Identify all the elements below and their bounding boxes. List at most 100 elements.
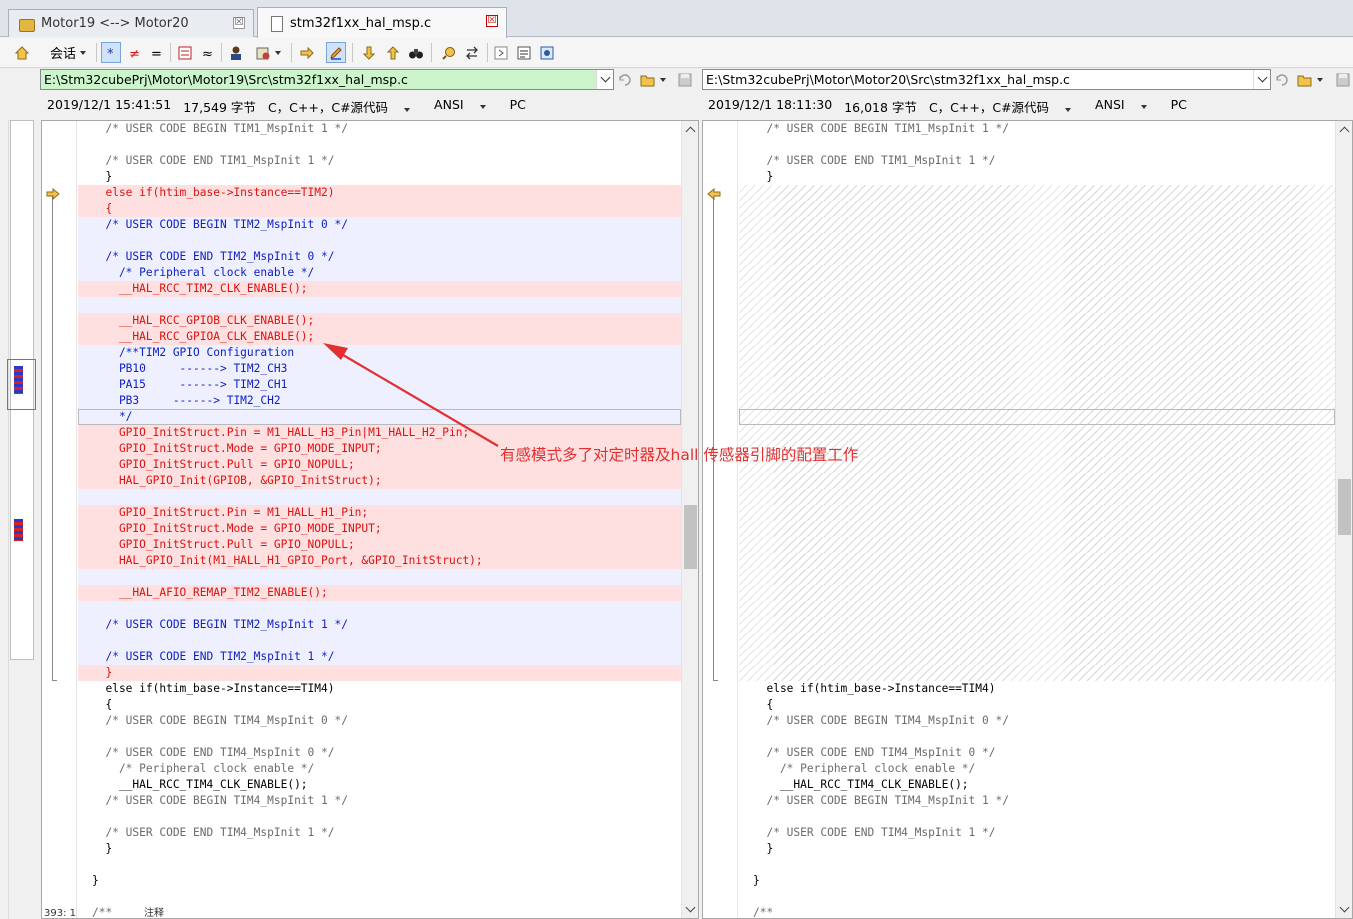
left-refresh-icon[interactable]: [617, 71, 633, 89]
code-line[interactable]: __HAL_RCC_GPIOB_CLK_ENABLE();: [78, 313, 681, 329]
right-refresh-icon[interactable]: [1274, 71, 1290, 89]
right-pane[interactable]: /* USER CODE BEGIN TIM1_MspInit 1 */ /* …: [702, 120, 1353, 919]
code-line[interactable]: /**: [739, 905, 1335, 918]
code-line[interactable]: [739, 281, 1335, 297]
code-line[interactable]: [739, 217, 1335, 233]
binoculars-icon[interactable]: [406, 42, 426, 63]
code-line[interactable]: [78, 569, 681, 585]
left-open-folder[interactable]: [640, 71, 672, 89]
code-line[interactable]: [739, 537, 1335, 553]
code-line[interactable]: [78, 601, 681, 617]
close-icon[interactable]: ☒: [233, 17, 245, 29]
code-line[interactable]: [739, 665, 1335, 681]
chevron-down-icon[interactable]: [596, 70, 613, 89]
code-line[interactable]: /* USER CODE END TIM1_MspInit 1 */: [739, 153, 1335, 169]
code-line[interactable]: [739, 473, 1335, 489]
code-line[interactable]: /**: [78, 905, 681, 918]
code-line[interactable]: __HAL_RCC_TIM4_CLK_ENABLE();: [78, 777, 681, 793]
code-line[interactable]: __HAL_RCC_TIM4_CLK_ENABLE();: [739, 777, 1335, 793]
code-line[interactable]: /* USER CODE BEGIN TIM1_MspInit 1 */: [739, 121, 1335, 137]
code-line[interactable]: [739, 137, 1335, 153]
code-line[interactable]: [739, 857, 1335, 873]
code-line[interactable]: [739, 425, 1335, 441]
code-line[interactable]: [739, 889, 1335, 905]
scroll-up-icon[interactable]: [682, 121, 698, 138]
code-line[interactable]: [739, 729, 1335, 745]
next-section-icon[interactable]: [297, 42, 317, 63]
scroll-thumb[interactable]: [684, 505, 697, 569]
code-line[interactable]: [78, 857, 681, 873]
code-line[interactable]: [739, 265, 1335, 281]
code-line[interactable]: /* USER CODE BEGIN TIM4_MspInit 1 */: [78, 793, 681, 809]
scroll-thumb[interactable]: [1338, 479, 1351, 535]
code-line[interactable]: [739, 505, 1335, 521]
code-line[interactable]: else if(htim_base->Instance==TIM4): [78, 681, 681, 697]
rules-person-icon[interactable]: [226, 42, 246, 63]
code-line[interactable]: __HAL_RCC_GPIOA_CLK_ENABLE();: [78, 329, 681, 345]
code-line[interactable]: /* USER CODE BEGIN TIM4_MspInit 0 */: [78, 713, 681, 729]
similar-icon[interactable]: ≈: [198, 42, 218, 63]
left-encoding-select[interactable]: ANSI: [434, 97, 498, 115]
code-line[interactable]: /* USER CODE BEGIN TIM4_MspInit 1 */: [739, 793, 1335, 809]
code-line[interactable]: /* USER CODE END TIM1_MspInit 1 */: [78, 153, 681, 169]
code-line[interactable]: GPIO_InitStruct.Mode = GPIO_MODE_INPUT;: [78, 521, 681, 537]
code-line[interactable]: /* USER CODE END TIM4_MspInit 0 */: [78, 745, 681, 761]
right-encoding-select[interactable]: ANSI: [1095, 97, 1159, 115]
left-pane[interactable]: /* USER CODE BEGIN TIM1_MspInit 1 */ /* …: [41, 120, 699, 919]
next-diff-icon[interactable]: [359, 42, 379, 63]
right-open-folder[interactable]: [1297, 71, 1329, 89]
code-line[interactable]: [78, 889, 681, 905]
scroll-up-icon[interactable]: [1336, 121, 1352, 138]
code-line[interactable]: PA15 ------> TIM2_CH1: [78, 377, 681, 393]
scroll-down-icon[interactable]: [1336, 901, 1352, 918]
code-line[interactable]: [739, 377, 1335, 393]
code-line[interactable]: [78, 137, 681, 153]
code-line[interactable]: {: [78, 201, 681, 217]
code-line[interactable]: else if(htim_base->Instance==TIM2): [78, 185, 681, 201]
code-line[interactable]: /* USER CODE BEGIN TIM1_MspInit 1 */: [78, 121, 681, 137]
code-line[interactable]: [78, 233, 681, 249]
code-line[interactable]: /* USER CODE END TIM4_MspInit 0 */: [739, 745, 1335, 761]
code-line[interactable]: /* USER CODE END TIM2_MspInit 1 */: [78, 649, 681, 665]
code-line[interactable]: HAL_GPIO_Init(M1_HALL_H1_GPIO_Port, &GPI…: [78, 553, 681, 569]
left-vertical-scrollbar[interactable]: [681, 121, 698, 918]
ignore-unimportant-icon[interactable]: [175, 42, 195, 63]
code-line[interactable]: PB10 ------> TIM2_CH3: [78, 361, 681, 377]
left-code-area[interactable]: /* USER CODE BEGIN TIM1_MspInit 1 */ /* …: [78, 121, 681, 918]
code-line[interactable]: [739, 601, 1335, 617]
code-line[interactable]: /* USER CODE END TIM4_MspInit 1 */: [78, 825, 681, 841]
code-line[interactable]: [739, 617, 1335, 633]
code-line[interactable]: [739, 249, 1335, 265]
code-line[interactable]: [78, 729, 681, 745]
code-line[interactable]: {: [78, 697, 681, 713]
code-line[interactable]: [78, 489, 681, 505]
expand-icon[interactable]: [491, 42, 511, 63]
code-line[interactable]: }: [739, 841, 1335, 857]
code-line[interactable]: [78, 633, 681, 649]
left-path-field[interactable]: E:\Stm32cubePrj\Motor\Motor19\Src\stm32f…: [40, 69, 614, 90]
code-line[interactable]: [739, 329, 1335, 345]
code-line[interactable]: else if(htim_base->Instance==TIM4): [739, 681, 1335, 697]
find-icon[interactable]: [439, 42, 459, 63]
code-line[interactable]: [739, 633, 1335, 649]
swap-icon[interactable]: [462, 42, 482, 63]
code-line[interactable]: /* USER CODE BEGIN TIM4_MspInit 0 */: [739, 713, 1335, 729]
code-line[interactable]: PB3 ------> TIM2_CH2: [78, 393, 681, 409]
code-line[interactable]: __HAL_AFIO_REMAP_TIM2_ENABLE();: [78, 585, 681, 601]
code-line[interactable]: [739, 297, 1335, 313]
close-icon[interactable]: ☒: [486, 15, 498, 27]
code-line[interactable]: [739, 361, 1335, 377]
code-line[interactable]: __HAL_RCC_TIM2_CLK_ENABLE();: [78, 281, 681, 297]
right-vertical-scrollbar[interactable]: [1335, 121, 1352, 918]
scroll-down-icon[interactable]: [682, 901, 698, 918]
all-diffs-toggle[interactable]: *: [101, 42, 121, 63]
code-line[interactable]: /* USER CODE BEGIN TIM2_MspInit 1 */: [78, 617, 681, 633]
code-line[interactable]: [739, 185, 1335, 201]
code-line[interactable]: [739, 553, 1335, 569]
prev-diff-icon[interactable]: [383, 42, 403, 63]
overview-viewport-frame[interactable]: [7, 359, 36, 410]
diffs-only-toggle[interactable]: ≠: [124, 42, 144, 63]
code-line[interactable]: GPIO_InitStruct.Pin = M1_HALL_H1_Pin;: [78, 505, 681, 521]
code-line[interactable]: }: [739, 169, 1335, 185]
right-save-icon[interactable]: [1336, 71, 1350, 89]
